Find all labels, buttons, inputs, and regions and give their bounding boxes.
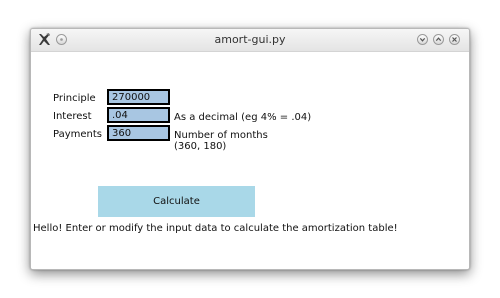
calculate-button[interactable]: Calculate [98, 186, 255, 217]
payments-input[interactable] [107, 125, 170, 141]
form-area: Principle Interest As a decimal (eg 4% =… [31, 52, 469, 269]
window-title: amort-gui.py [214, 33, 286, 46]
interest-hint: As a decimal (eg 4% = .04) [174, 112, 312, 123]
principle-input[interactable] [107, 89, 170, 105]
minimize-icon[interactable] [417, 34, 428, 45]
status-message: Hello! Enter or modify the input data to… [33, 223, 398, 234]
principle-label: Principle [53, 93, 96, 104]
interest-input[interactable] [107, 107, 170, 123]
app-window: amort-gui.py Principle Interest As a dec… [30, 28, 470, 270]
interest-label: Interest [53, 111, 92, 122]
title-bar[interactable]: amort-gui.py [31, 29, 469, 52]
close-icon[interactable] [449, 34, 460, 45]
payments-hint-line2: (360, 180) [174, 141, 227, 152]
maximize-icon[interactable] [433, 34, 444, 45]
payments-hint-line1: Number of months [174, 130, 268, 141]
payments-label: Payments [53, 129, 102, 140]
